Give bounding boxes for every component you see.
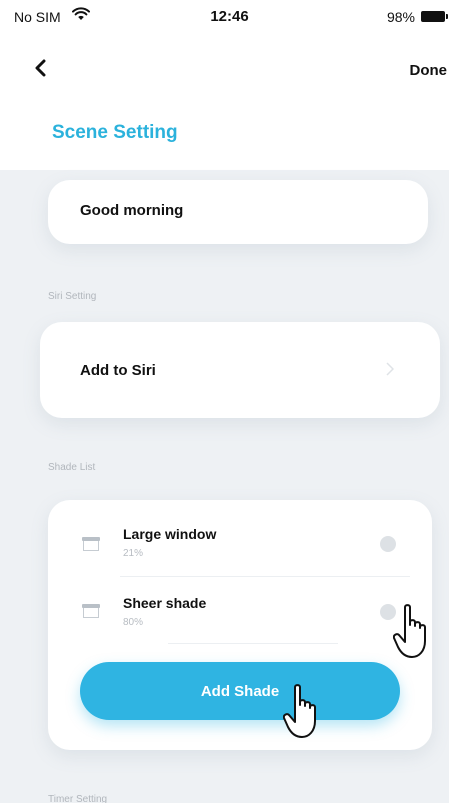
shade-name: Large window xyxy=(123,526,217,542)
status-bar: No SIM 12:46 98% xyxy=(0,0,459,30)
shade-percent: 80% xyxy=(123,617,144,628)
battery-percent: 98% xyxy=(386,9,415,25)
timer-section-label: Timer Setting xyxy=(48,794,108,803)
nav-header: Done Scene Setting xyxy=(0,30,459,170)
back-chevron-icon[interactable] xyxy=(28,56,52,80)
row-divider xyxy=(168,643,338,644)
chevron-right-icon xyxy=(386,362,395,381)
app-screen: No SIM 12:46 98% Done Scene Setting Good… xyxy=(0,0,459,803)
shade-info-icon[interactable] xyxy=(380,536,396,552)
scene-name: Good morning xyxy=(80,202,184,219)
add-to-siri-card[interactable]: Add to Siri xyxy=(40,322,440,418)
add-to-siri-label: Add to Siri xyxy=(80,362,156,379)
shade-icon xyxy=(82,537,100,551)
row-divider xyxy=(120,576,410,577)
battery-icon xyxy=(421,11,448,22)
page-title: Scene Setting xyxy=(52,122,178,143)
hand-pointer-icon xyxy=(392,603,435,666)
hand-pointer-icon xyxy=(282,683,325,746)
shade-icon xyxy=(82,604,100,618)
done-button[interactable]: Done xyxy=(410,62,448,79)
scene-name-card[interactable]: Good morning xyxy=(48,180,428,244)
shade-list-section-label: Shade List xyxy=(48,462,96,473)
add-shade-label: Add Shade xyxy=(200,682,280,700)
shade-percent: 21% xyxy=(123,548,144,559)
add-shade-button[interactable]: Add Shade xyxy=(80,662,400,720)
screen-edge xyxy=(449,0,459,803)
siri-section-label: Siri Setting xyxy=(48,291,97,302)
shade-name: Sheer shade xyxy=(123,595,207,611)
